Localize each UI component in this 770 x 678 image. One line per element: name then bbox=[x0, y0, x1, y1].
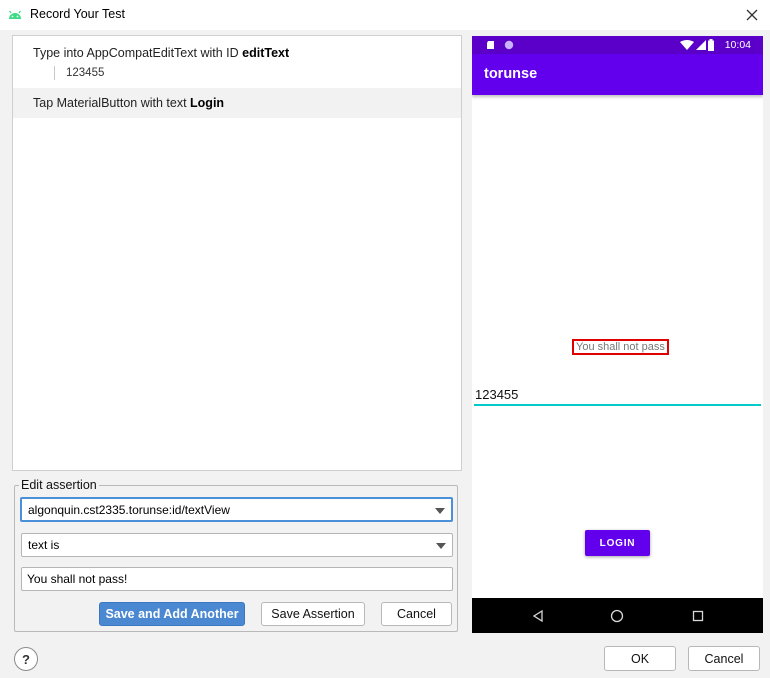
list-item[interactable]: Type into AppCompatEditText with ID edit… bbox=[13, 36, 461, 88]
recorded-steps-list: Type into AppCompatEditText with ID edit… bbox=[12, 35, 462, 471]
device-edit-text[interactable]: 123455 bbox=[474, 386, 761, 406]
chevron-down-icon bbox=[436, 543, 446, 549]
app-title: torunse bbox=[484, 66, 538, 82]
step-value: 123455 bbox=[66, 67, 105, 79]
nav-recents-icon[interactable] bbox=[688, 606, 708, 626]
close-icon[interactable] bbox=[740, 3, 764, 27]
list-item[interactable]: Tap MaterialButton with text Login bbox=[13, 88, 461, 118]
chevron-down-icon bbox=[435, 508, 445, 514]
assertion-cancel-button[interactable]: Cancel bbox=[381, 602, 452, 626]
expected-value-field[interactable] bbox=[21, 567, 453, 591]
save-and-add-another-button[interactable]: Save and Add Another bbox=[99, 602, 245, 626]
status-time: 10:04 bbox=[724, 39, 751, 51]
window-title: Record Your Test bbox=[30, 7, 125, 21]
element-select-value: algonquin.cst2335.torunse:id/textView bbox=[28, 503, 230, 517]
android-icon bbox=[9, 10, 21, 19]
sd-card-icon bbox=[487, 41, 494, 49]
step-label: Tap MaterialButton with text Login bbox=[33, 96, 225, 110]
cancel-button[interactable]: Cancel bbox=[688, 646, 760, 671]
message-text-view[interactable]: You shall not pass bbox=[572, 339, 669, 355]
signal-icon bbox=[696, 40, 706, 50]
circle-icon bbox=[504, 40, 514, 50]
element-select[interactable]: algonquin.cst2335.torunse:id/textView bbox=[20, 497, 453, 522]
battery-icon bbox=[708, 39, 714, 51]
condition-select[interactable]: text is bbox=[21, 533, 453, 557]
nav-back-icon[interactable] bbox=[528, 606, 548, 626]
edit-assertion-legend: Edit assertion bbox=[21, 478, 97, 492]
nav-home-icon[interactable] bbox=[607, 606, 627, 626]
wifi-icon bbox=[680, 40, 694, 50]
device-nav-bar bbox=[472, 598, 763, 633]
save-assertion-button[interactable]: Save Assertion bbox=[261, 602, 365, 626]
title-bar: Record Your Test bbox=[0, 0, 770, 30]
device-status-bar: 10:04 bbox=[472, 36, 763, 54]
divider bbox=[54, 66, 55, 80]
step-label: Type into AppCompatEditText with ID edit… bbox=[33, 46, 290, 60]
device-screen[interactable]: 10:04 torunse You shall not pass 123455 … bbox=[472, 36, 763, 633]
ok-button[interactable]: OK bbox=[604, 646, 676, 671]
device-edit-text-value: 123455 bbox=[475, 387, 519, 402]
expected-value-input[interactable] bbox=[22, 568, 452, 590]
login-button[interactable]: LOGIN bbox=[585, 530, 650, 556]
device-app-bar: torunse bbox=[472, 54, 763, 95]
condition-select-value: text is bbox=[28, 538, 60, 552]
help-icon[interactable]: ? bbox=[14, 647, 38, 671]
